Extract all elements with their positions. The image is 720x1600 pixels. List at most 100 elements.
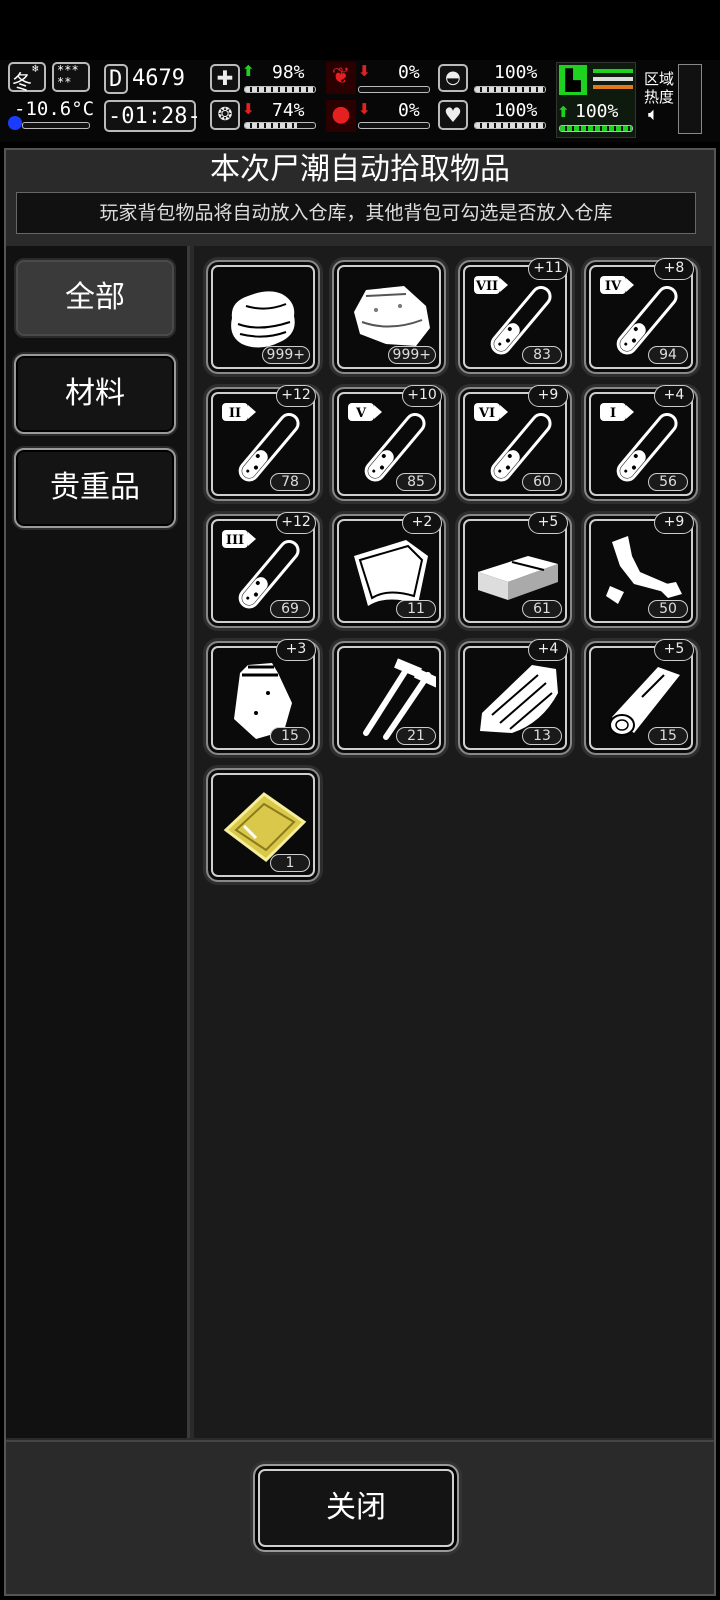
item-bonus-badge: +4 <box>528 639 568 661</box>
item-bonus-badge: +12 <box>276 512 316 534</box>
heart-icon: ♥ <box>438 100 468 130</box>
item-count: 78 <box>270 473 310 491</box>
sanity-bar <box>244 122 316 129</box>
item-bonus-badge: +11 <box>528 258 568 280</box>
thirst-value: 0% <box>398 100 420 121</box>
sanity-value: 74% <box>272 100 305 121</box>
arrow-down-icon: ⬇ <box>242 100 255 118</box>
item-bonus-badge: +8 <box>654 258 694 280</box>
item-slot[interactable]: 13 +4 <box>458 639 572 755</box>
item-slot[interactable]: VII 83 +11 <box>458 258 572 374</box>
category-sidebar: 全部 材料 贵重品 <box>6 246 190 1438</box>
item-count: 94 <box>648 346 688 364</box>
item-slot[interactable]: 15 +3 <box>206 639 320 755</box>
svg-text:II: II <box>229 406 241 421</box>
item-slot[interactable]: 21 <box>332 641 446 755</box>
item-bonus-badge: +12 <box>276 385 316 407</box>
arrow-down-icon: ⬇ <box>358 62 371 80</box>
item-count: 61 <box>522 600 562 618</box>
temperature-bar <box>22 122 90 129</box>
stomach-icon: ❦ <box>326 62 356 94</box>
item-count: 83 <box>522 346 562 364</box>
season-label: 冬 <box>12 70 32 94</box>
item-count: 1 <box>270 854 310 872</box>
weather-indicator: *** ** <box>52 62 90 92</box>
status-bar: 冬 ❄ *** ** -10.6°C D 4679 -01:28- ✚ ⬆ 98… <box>0 60 720 142</box>
item-count: 85 <box>396 473 436 491</box>
item-bonus-badge: +9 <box>654 512 694 534</box>
temperature-value: -10.6°C <box>14 98 95 120</box>
svg-text:III: III <box>226 533 244 548</box>
item-slot[interactable]: 999+ <box>206 260 320 374</box>
item-slot[interactable]: III 69 +12 <box>206 512 320 628</box>
item-slot[interactable]: 50 +9 <box>584 512 698 628</box>
item-grid: 999+ 999+ VII 83 +11 IV 94 +8 II 78 +12 V <box>194 246 712 1438</box>
pill-icon: ◓ <box>438 64 468 92</box>
item-slot[interactable]: 999+ <box>332 260 446 374</box>
item-slot[interactable]: 15 +5 <box>584 639 698 755</box>
item-slot[interactable]: 11 +2 <box>332 512 446 628</box>
item-slot[interactable]: V 85 +10 <box>332 385 446 501</box>
item-count: 13 <box>522 727 562 745</box>
item-bonus-badge: +4 <box>654 385 694 407</box>
item-slot[interactable]: 61 +5 <box>458 512 572 628</box>
svg-text:VII: VII <box>475 279 498 294</box>
item-slot[interactable]: IV 94 +8 <box>584 258 698 374</box>
item-count: 21 <box>396 727 436 745</box>
arrow-up-icon: ⬆ <box>557 103 570 121</box>
item-slot[interactable]: 1 <box>206 768 320 882</box>
health-value: 98% <box>272 62 305 83</box>
item-count: 69 <box>270 600 310 618</box>
svg-text:V: V <box>355 406 367 421</box>
speaker-icon[interactable]: 🔈︎ <box>648 104 659 125</box>
item-slot[interactable]: VI 60 +9 <box>458 385 572 501</box>
item-slot[interactable]: II 78 +12 <box>206 385 320 501</box>
health-bar <box>244 86 316 93</box>
svg-text:VI: VI <box>478 406 495 421</box>
item-count: 999+ <box>261 346 310 364</box>
item-slot[interactable]: I 56 +4 <box>584 385 698 501</box>
arrow-up-icon: ⬆ <box>242 62 255 80</box>
weather-label: *** ** <box>57 63 79 89</box>
day-icon: D <box>104 64 128 94</box>
zone-heat-meter <box>678 64 702 134</box>
medkit-icon: ✚ <box>210 64 240 92</box>
dialog-subtitle: 玩家背包物品将自动放入仓库，其他背包可勾选是否放入仓库 <box>16 192 696 234</box>
svg-text:I: I <box>610 406 616 421</box>
item-bonus-badge: +3 <box>276 639 316 661</box>
thirst-bar <box>358 122 430 129</box>
snow-icon: ❄ <box>32 62 39 75</box>
immunity-value: 100% <box>494 62 538 83</box>
stamina-bar <box>559 125 633 132</box>
item-count: 56 <box>648 473 688 491</box>
item-bonus-badge: +5 <box>528 512 568 534</box>
season-indicator: 冬 ❄ <box>8 62 46 94</box>
dialog-footer: 关闭 <box>6 1440 714 1594</box>
dialog-title: 本次尸潮自动拾取物品 <box>210 152 510 187</box>
clock-display: -01:28- <box>104 100 201 132</box>
item-bonus-badge: +5 <box>654 639 694 661</box>
temperature-dot-icon <box>8 116 22 130</box>
stamina-panel: ▙ ⬆ 100% <box>556 62 636 138</box>
auto-loot-dialog: 本次尸潮自动拾取物品 玩家背包物品将自动放入仓库，其他背包可勾选是否放入仓库 全… <box>4 148 716 1596</box>
hunger-bar <box>358 86 430 93</box>
clock-time: -01:28- <box>108 104 201 129</box>
tab-valuables[interactable]: 贵重品 <box>14 448 176 528</box>
item-count: 11 <box>396 600 436 618</box>
mood-bar <box>474 122 546 129</box>
item-count: 60 <box>522 473 562 491</box>
close-button[interactable]: 关闭 <box>253 1464 459 1552</box>
item-count: 50 <box>648 600 688 618</box>
tab-all[interactable]: 全部 <box>14 258 176 338</box>
stamina-value: 100% <box>575 101 619 122</box>
tab-materials[interactable]: 材料 <box>14 354 176 434</box>
item-bonus-badge: +2 <box>402 512 442 534</box>
immunity-bar <box>474 86 546 93</box>
svg-text:IV: IV <box>605 279 622 294</box>
item-count: 999+ <box>387 346 436 364</box>
boot-icon: ▙ <box>559 65 587 95</box>
item-bonus-badge: +10 <box>402 385 442 407</box>
mood-value: 100% <box>494 100 538 121</box>
item-count: 15 <box>648 727 688 745</box>
day-number: 4679 <box>132 66 185 91</box>
